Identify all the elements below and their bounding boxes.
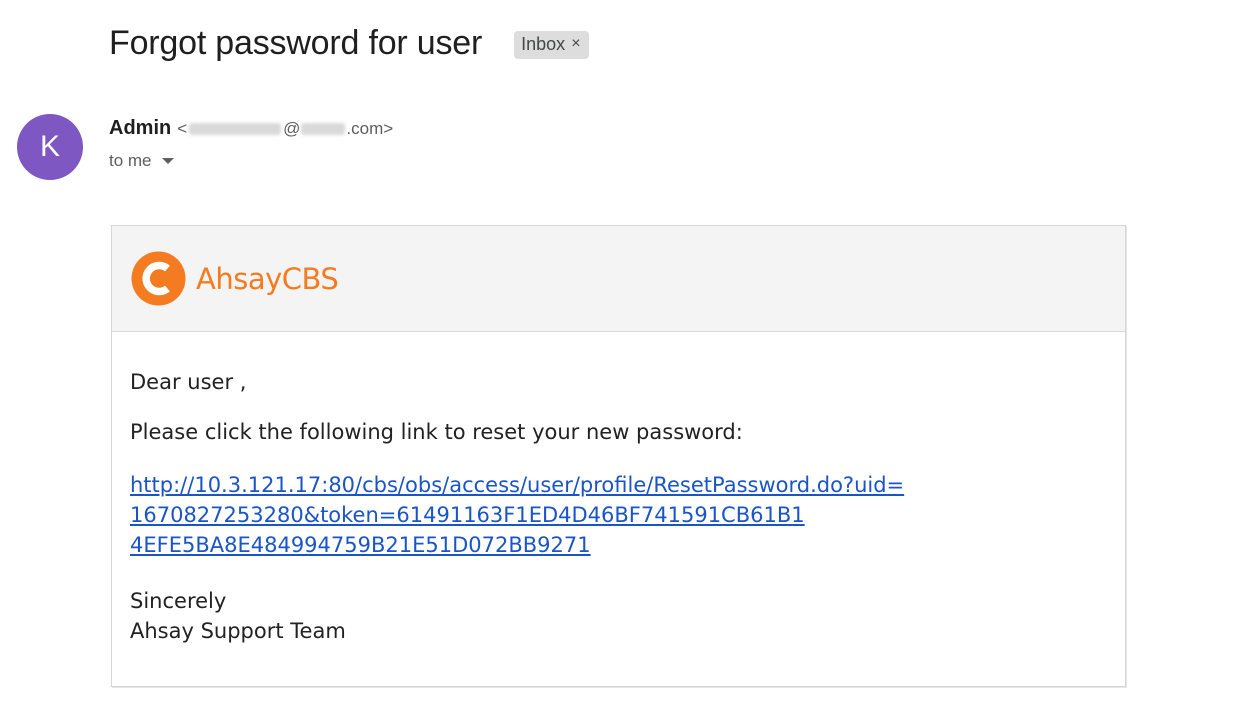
reset-password-link[interactable]: http://10.3.121.17:80/cbs/obs/access/use… (130, 470, 1107, 560)
email-subject: Forgot password for user (109, 24, 483, 62)
inbox-label-text: Inbox (521, 33, 566, 54)
email-domain-suffix: .com> (346, 118, 394, 138)
email-view: Forgot password for user Inbox × K Admin… (0, 0, 1249, 720)
recipient-text: to me (109, 151, 152, 170)
signoff: Sincerely Ahsay Support Team (130, 586, 1107, 646)
link-line: 4EFE5BA8E484994759B21E51D072BB9271 (130, 533, 591, 557)
sender-line: Admin < @ .com> (109, 117, 393, 140)
link-line: 1670827253280&token=61491163F1ED4D46BF74… (130, 503, 805, 527)
close-icon[interactable]: × (571, 35, 580, 53)
redacted-domain (301, 122, 346, 135)
closing-text: Sincerely (130, 589, 227, 613)
avatar-letter: K (39, 130, 60, 163)
brand-header: AhsayCBS (112, 226, 1125, 332)
email-open-bracket: < (177, 118, 188, 138)
instruction-text: Please click the following link to reset… (130, 420, 743, 444)
redacted-username (189, 122, 282, 135)
brand-name: AhsayCBS (196, 261, 339, 296)
greeting: Dear user , (130, 370, 247, 394)
inbox-label-chip[interactable]: Inbox × (514, 30, 589, 59)
recipient-line: to me (109, 151, 174, 171)
sender-name[interactable]: Admin (109, 117, 171, 140)
email-body-card: AhsayCBS Dear user , Please click the fo… (111, 225, 1126, 687)
avatar[interactable]: K (17, 114, 83, 180)
sender-email: < @ .com> (177, 119, 393, 139)
subject-row: Forgot password for user Inbox × (109, 24, 589, 63)
message-body: Dear user , Please click the following l… (112, 332, 1125, 646)
signature-text: Ahsay Support Team (130, 619, 346, 643)
ahsay-logo-icon (131, 251, 186, 306)
email-at: @ (283, 118, 301, 138)
link-line: http://10.3.121.17:80/cbs/obs/access/use… (130, 473, 905, 497)
chevron-down-icon[interactable] (161, 158, 174, 164)
